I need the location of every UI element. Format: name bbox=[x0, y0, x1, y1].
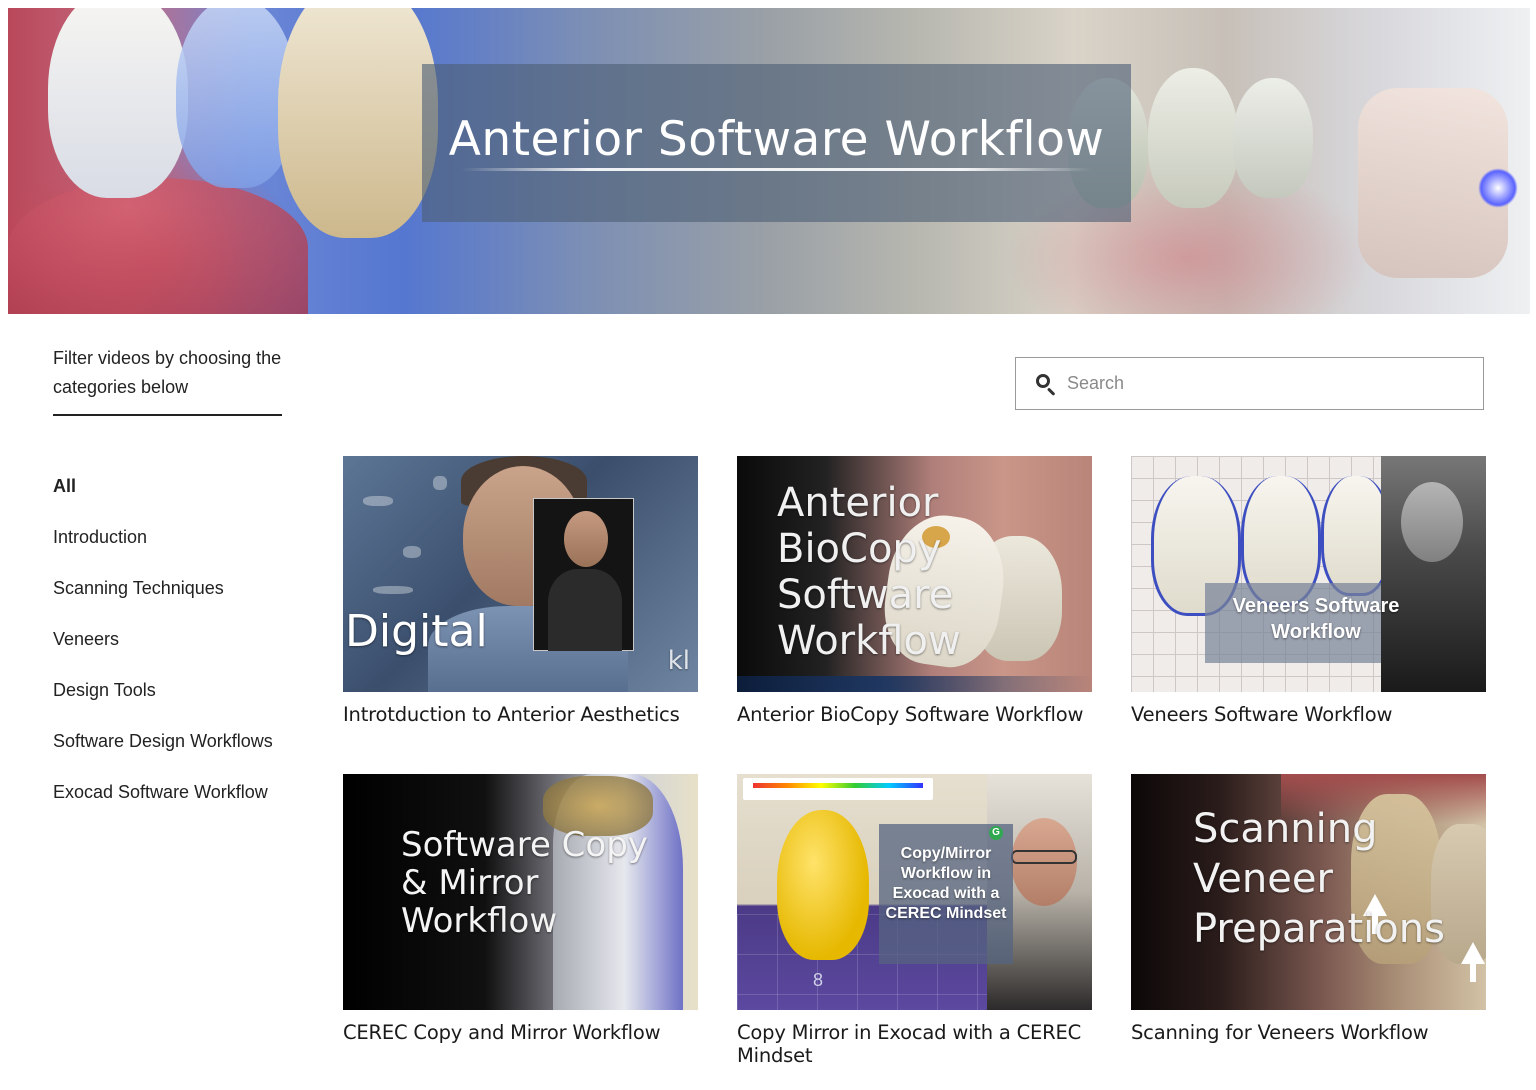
video-title[interactable]: Veneers Software Workflow bbox=[1131, 703, 1486, 726]
category-exocad-software-workflow[interactable]: Exocad Software Workflow bbox=[53, 778, 273, 829]
hero-title-box: Anterior Software Workflow bbox=[422, 64, 1131, 222]
thumbnail-caption: Digital bbox=[345, 606, 488, 657]
video-thumbnail[interactable]: Anterior BioCopy Software Workflow bbox=[737, 456, 1092, 692]
thumbnail-caption: Veneers Software Workflow bbox=[1232, 595, 1400, 643]
video-card-scanning-veneers[interactable]: Scanning Veneer Preparations Scanning fo… bbox=[1131, 774, 1486, 1044]
search-input[interactable] bbox=[1067, 363, 1467, 404]
thumbnail-caption: Software Copy & Mirror Workflow bbox=[401, 825, 648, 941]
video-card-veneers-software[interactable]: Veneers Software Workflow Veneers Softwa… bbox=[1131, 456, 1486, 726]
category-software-design-workflows[interactable]: Software Design Workflows bbox=[53, 727, 273, 778]
inset-portrait bbox=[533, 498, 634, 651]
video-title[interactable]: Copy Mirror in Exocad with a CEREC Minds… bbox=[737, 1021, 1092, 1067]
institute-logo: kl bbox=[667, 646, 690, 676]
category-list: All Introduction Scanning Techniques Ven… bbox=[53, 472, 273, 829]
hero-title-underline bbox=[462, 168, 1091, 171]
grammarly-badge-icon: G bbox=[989, 826, 1003, 840]
video-thumbnail[interactable]: Veneers Software Workflow bbox=[1131, 456, 1486, 692]
category-all[interactable]: All bbox=[53, 472, 273, 523]
video-thumbnail[interactable]: 8 G Copy/Mirror Workflow in Exocad with … bbox=[737, 774, 1092, 1010]
arrow-up-icon bbox=[1461, 942, 1485, 982]
video-thumbnail[interactable]: Software Copy & Mirror Workflow bbox=[343, 774, 698, 1010]
hero-scanner-light bbox=[1478, 168, 1518, 208]
video-title[interactable]: Scanning for Veneers Workflow bbox=[1131, 1021, 1486, 1044]
category-scanning-techniques[interactable]: Scanning Techniques bbox=[53, 574, 273, 625]
thumbnail-caption: Anterior BioCopy Software Workflow bbox=[777, 480, 961, 664]
page-title: Anterior Software Workflow bbox=[448, 111, 1105, 167]
video-thumbnail[interactable]: Digital kl bbox=[343, 456, 698, 692]
category-veneers[interactable]: Veneers bbox=[53, 625, 273, 676]
hero-tooth-decoration bbox=[48, 8, 188, 198]
category-introduction[interactable]: Introduction bbox=[53, 523, 273, 574]
thumbnail-number: 8 bbox=[813, 970, 824, 990]
category-design-tools[interactable]: Design Tools bbox=[53, 676, 273, 727]
hero-banner: Anterior Software Workflow bbox=[8, 8, 1530, 314]
video-title[interactable]: CEREC Copy and Mirror Workflow bbox=[343, 1021, 698, 1044]
video-thumbnail[interactable]: Scanning Veneer Preparations bbox=[1131, 774, 1486, 1010]
video-title[interactable]: Introtduction to Anterior Aesthetics bbox=[343, 703, 698, 726]
search-box[interactable] bbox=[1015, 357, 1484, 410]
hero-gum-decoration bbox=[8, 178, 308, 314]
hero-tooth-decoration bbox=[1233, 78, 1313, 198]
filter-divider bbox=[53, 414, 282, 416]
video-card-cerec-copy-mirror[interactable]: Software Copy & Mirror Workflow CEREC Co… bbox=[343, 774, 698, 1044]
thumbnail-caption: Copy/Mirror Workflow in Exocad with a CE… bbox=[885, 845, 1007, 922]
search-icon bbox=[1035, 373, 1057, 396]
color-scale-bar bbox=[743, 778, 933, 800]
video-card-anterior-biocopy[interactable]: Anterior BioCopy Software Workflow Anter… bbox=[737, 456, 1092, 726]
hero-tooth-decoration bbox=[1148, 68, 1238, 208]
video-card-intro-anterior-aesthetics[interactable]: Digital kl Introtduction to Anterior Aes… bbox=[343, 456, 698, 726]
filter-instructions: Filter videos by choosing the categories… bbox=[53, 348, 282, 397]
video-title[interactable]: Anterior BioCopy Software Workflow bbox=[737, 703, 1092, 726]
video-card-copy-mirror-exocad[interactable]: 8 G Copy/Mirror Workflow in Exocad with … bbox=[737, 774, 1092, 1067]
thumbnail-caption: Scanning Veneer Preparations bbox=[1193, 806, 1445, 952]
hero-tooth-decoration bbox=[278, 8, 438, 238]
